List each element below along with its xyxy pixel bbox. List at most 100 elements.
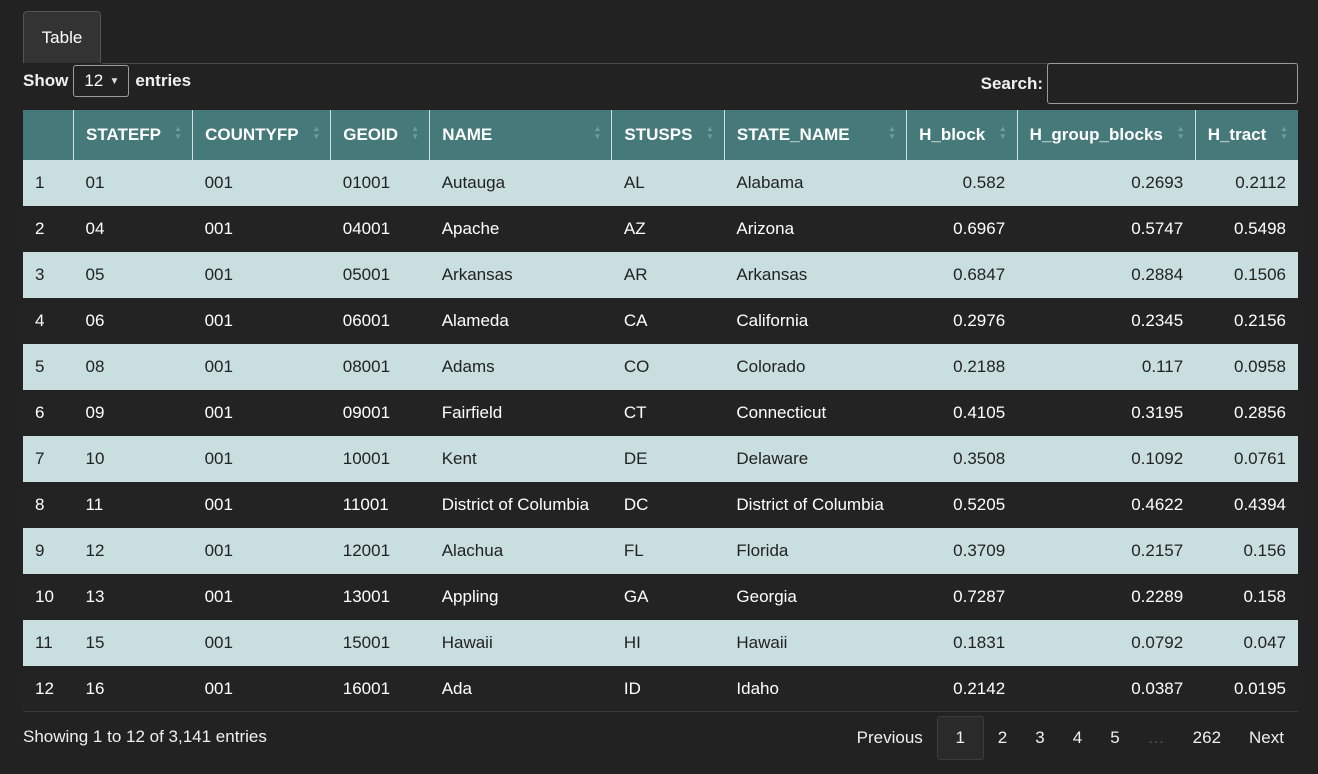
table-cell: 10 [35,587,54,606]
table-cell: CO [623,357,650,376]
table-cell: Hawaii [441,633,493,652]
table-cell: 0.2112 [1235,173,1286,192]
table-cell: ID [623,679,641,698]
table-cell: 0.1092 [1131,449,1184,468]
column-header-state-name[interactable]: STATE_NAME ▲ ▼ [723,110,907,160]
table-cell: 11001 [342,495,389,514]
page-button-2[interactable]: 2 [984,716,1021,760]
table-cell: Florida [736,541,789,560]
column-header-name[interactable]: NAME ▲ ▼ [429,110,612,160]
table-cell: 0.5747 [1131,219,1184,238]
table-cell: 0.2884 [1131,265,1184,284]
table-cell: 0.047 [1243,633,1286,652]
table-cell: 0.5205 [953,495,1006,514]
search-input[interactable] [1047,63,1298,104]
table-row[interactable]: 3 05 001 05001 Arkansas AR Arkansas 0.6847 0.288… [23,252,1298,298]
column-header-h-block[interactable]: H_block ▲ ▼ [906,110,1018,160]
entries-length-control: Show 12 ▼ entries [23,64,191,98]
next-button[interactable]: Next [1235,716,1298,760]
table-cell: 16001 [342,679,391,698]
table-cell: 12 [35,679,54,698]
table-cell: CT [623,403,647,422]
page-button-4[interactable]: 4 [1059,716,1096,760]
table-cell: 0.156 [1243,541,1286,560]
table-cell: District of Columbia [736,495,884,514]
table-cell: 0.2345 [1131,311,1184,330]
table-row[interactable]: 5 08 001 08001 Adams CO Colorado 0.2188 0.117 0.0… [23,344,1298,390]
table-cell: 5 [35,357,45,376]
page-button-3[interactable]: 3 [1021,716,1058,760]
column-header-statefp[interactable]: STATEFP ▲ ▼ [73,110,193,160]
table-cell: Kent [441,449,477,468]
table-cell: District of Columbia [441,495,590,514]
column-header-label: STATEFP [86,125,161,144]
previous-button[interactable]: Previous [843,716,937,760]
table-cell: Ada [441,679,472,698]
column-header-h-group-blocks[interactable]: H_group_blocks ▲ ▼ [1016,110,1196,160]
pagination-ellipsis: … [1147,728,1165,747]
pagination: Previous 1 2 3 4 5 … 262 Next [843,716,1298,760]
table-cell: 0.2156 [1234,311,1286,330]
table-row[interactable]: 1 01 001 01001 Autauga AL Alabama 0.582 0.2693 0.… [23,160,1298,206]
table-cell: 0.4105 [953,403,1006,422]
show-label: Show [23,71,69,90]
table-cell: 08 [85,357,105,376]
tab-bar: Table [0,0,1318,64]
table-cell: 001 [204,587,233,606]
table-cell: 12001 [342,541,391,560]
sort-icon: ▲ ▼ [1280,124,1288,141]
table-body: 1 01 001 01001 Autauga AL Alabama 0.582 0.2693 0.… [23,160,1298,712]
page-button-last[interactable]: 262 [1179,716,1235,760]
page-button-5[interactable]: 5 [1096,716,1133,760]
table-cell: 0.2976 [953,311,1006,330]
table-cell: Adams [441,357,495,376]
table-cell: 09001 [342,403,391,422]
sort-icon: ▲ ▼ [998,124,1007,141]
table-cell: 001 [204,495,233,514]
page-button-1[interactable]: 1 [936,716,984,760]
table-cell: Alameda [441,311,509,330]
table-cell: 05001 [342,265,391,284]
table-cell: HI [623,633,641,652]
table-cell: 0.2289 [1131,587,1184,606]
table-cell: 06 [85,311,105,330]
table-row[interactable]: 10 13 001 13001 Appling GA Georgia 0.7287 0.2289… [23,574,1298,620]
table-row[interactable]: 12 16 001 16001 Ada ID Idaho 0.2142 0.0387 0.0195 [23,666,1298,712]
table-cell: 0.3195 [1131,403,1184,422]
table-cell: 0.117 [1141,357,1184,376]
column-header-h-tract[interactable]: H_tract ▲ ▼ [1194,110,1298,160]
column-header-countyfp[interactable]: COUNTYFP ▲ ▼ [192,110,331,160]
entries-label: entries [135,71,192,90]
table-cell: 0.4622 [1131,495,1184,514]
column-header-geoid[interactable]: GEOID ▲ ▼ [330,110,430,160]
table-row[interactable]: 7 10 001 10001 Kent DE Delaware 0.3508 0.1092 0.0… [23,436,1298,482]
table-row[interactable]: 8 11 001 11001 District of Columbia DC Distric… [23,482,1298,528]
table-header-row: STATEFP ▲ ▼ COUNTYFP ▲ ▼ GEOID ▲ ▼ NAME ▲ ▼ STUSPS ▲ ▼… [23,110,1298,160]
table-cell: 001 [204,541,233,560]
entries-select[interactable]: 12 ▼ [73,65,130,97]
table-row[interactable]: 6 09 001 09001 Fairfield CT Connecticut 0.4105 0… [23,390,1298,436]
table-cell: GA [623,587,649,606]
table-cell: 0.0958 [1234,357,1286,376]
tab-table[interactable]: Table [23,11,101,63]
search-control: Search: [981,63,1298,104]
table-cell: 0.4394 [1234,495,1286,514]
sort-icon: ▲ ▼ [888,124,897,141]
table-row[interactable]: 2 04 001 04001 Apache AZ Arizona 0.6967 0.5747 0.… [23,206,1298,252]
column-header-label: GEOID [343,125,399,144]
table-cell: Arkansas [441,265,513,284]
table-cell: 0.2157 [1131,541,1184,560]
table-cell: 0.7287 [953,587,1006,606]
table-cell: 8 [35,495,45,514]
sort-icon: ▲ ▼ [174,124,183,141]
column-header-label: H_tract [1207,125,1267,144]
table-cell: 0.0792 [1131,633,1184,652]
table-row[interactable]: 11 15 001 15001 Hawaii HI Hawaii 0.1831 0.0792 0.… [23,620,1298,666]
table-cell: AL [623,173,645,192]
column-header-index[interactable] [23,110,74,160]
table-row[interactable]: 9 12 001 12001 Alachua FL Florida 0.3709 0.2157 0… [23,528,1298,574]
table-row[interactable]: 4 06 001 06001 Alameda CA California 0.2976 0.23… [23,298,1298,344]
sort-icon: ▲ ▼ [312,124,321,141]
table-cell: 4 [35,311,45,330]
column-header-stusps[interactable]: STUSPS ▲ ▼ [611,110,725,160]
